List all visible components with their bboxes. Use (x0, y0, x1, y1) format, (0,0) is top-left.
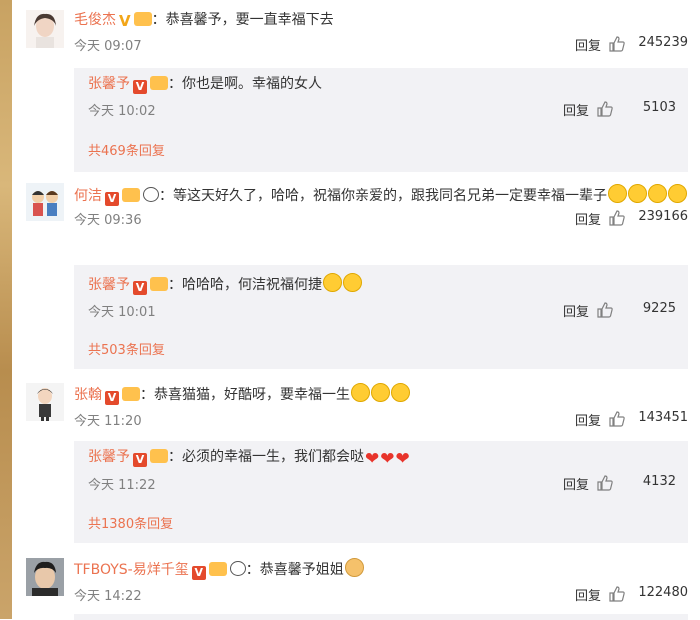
reply-time: 今天 10:02 (88, 104, 156, 119)
reply-username[interactable]: 张馨予 (88, 277, 130, 293)
avatar[interactable] (26, 383, 64, 421)
verified-v-icon: V (191, 566, 206, 580)
comment-text: 恭喜馨予，要一直幸福下去 (165, 12, 334, 28)
colon: ： (245, 562, 260, 578)
verified-v-icon: V (133, 281, 147, 295)
comment-username[interactable]: 张翰 (74, 387, 102, 403)
avatar[interactable] (26, 10, 64, 48)
verified-v-icon: V (105, 192, 119, 206)
comment-text: 恭喜猫猫，好酷呀，要幸福一生 (154, 387, 350, 403)
smile-emoji-icon (371, 383, 390, 402)
thumb-up-icon[interactable] (609, 586, 625, 602)
clap-emoji-icon (344, 558, 364, 577)
verified-v-icon: V (105, 391, 119, 405)
like-count: 9225 (642, 301, 676, 316)
like-count: 122480 (638, 585, 688, 600)
reply-box: 张馨予 V ：你也是啊。幸福的女人 今天 10:02 回复 5103 共469条回复 (74, 68, 688, 172)
comment-time: 今天 09:07 (74, 39, 142, 54)
comment-item: 何洁 V ：等这天好久了，哈哈，祝福你亲爱的，跟我同名兄弟一定要幸福一辈子 今天 0… (26, 183, 700, 369)
reply-text: 必须的幸福一生，我们都会哒 (182, 449, 364, 465)
reply-box (74, 614, 688, 620)
heart-emoji-icon: ❤ (380, 449, 395, 469)
comment-username[interactable]: TFBOYS-易烊千玺 (74, 562, 189, 578)
vip-crown-icon (150, 277, 168, 291)
colon: ： (151, 12, 166, 28)
like-count: 239166 (638, 209, 688, 224)
reply-button[interactable]: 回复 (575, 209, 601, 228)
vip-crown-icon (122, 188, 140, 202)
comment-username[interactable]: 何洁 (74, 188, 102, 204)
thumb-up-icon[interactable] (609, 411, 625, 427)
more-replies-link[interactable]: 共503条回复 (88, 339, 165, 358)
vip-crown-icon (133, 12, 152, 26)
colon: ： (168, 277, 182, 293)
reply-button[interactable]: 回复 (575, 585, 601, 604)
thumb-up-icon[interactable] (597, 475, 613, 491)
reply-box: 张馨予 V ：哈哈哈，何洁祝福何捷 今天 10:01 回复 9225 共503条回复 (74, 265, 688, 369)
vip-crown-icon (208, 562, 227, 576)
smile-emoji-icon (648, 184, 667, 203)
heart-emoji-icon: ❤ (365, 449, 380, 469)
more-replies-link[interactable]: 共1380条回复 (88, 513, 173, 532)
comment-text: 恭喜馨予姐姐 (259, 562, 344, 578)
colon: ： (159, 188, 173, 204)
verified-v-icon: V (133, 453, 147, 467)
thumb-up-icon[interactable] (609, 36, 625, 52)
heart-emoji-icon: ❤ (395, 449, 410, 469)
avatar[interactable] (26, 558, 64, 596)
reply-button[interactable]: 回复 (563, 100, 589, 119)
vip-crown-icon (122, 387, 140, 401)
smile-emoji-icon (668, 184, 687, 203)
reply-text: 哈哈哈，何洁祝福何捷 (182, 277, 322, 293)
vip-crown-icon (150, 449, 168, 463)
smile-emoji-icon (343, 273, 362, 292)
colon: ： (140, 387, 154, 403)
reply-button[interactable]: 回复 (575, 35, 601, 54)
like-count: 4132 (642, 474, 676, 489)
thumb-up-icon[interactable] (597, 302, 613, 318)
reply-time: 今天 10:01 (88, 305, 156, 320)
reply-box: 张馨予 V ：必须的幸福一生，我们都会哒❤❤❤ 今天 11:22 回复 4132 共… (74, 441, 688, 543)
background-strip (0, 0, 12, 619)
comment-username[interactable]: 毛俊杰 (74, 12, 116, 28)
comment-time: 今天 14:22 (74, 589, 142, 604)
smile-emoji-icon (391, 383, 410, 402)
reply-username[interactable]: 张馨予 (88, 449, 130, 465)
colon: ： (168, 449, 182, 465)
like-count: 5103 (642, 100, 676, 115)
comment-item: 毛俊杰 V ：恭喜馨予，要一直幸福下去 今天 09:07 回复 245239 张馨予… (26, 10, 700, 172)
like-count: 143451 (638, 410, 688, 425)
vip-crown-icon (150, 76, 168, 90)
panda-icon (143, 187, 159, 202)
smile-emoji-icon (351, 383, 370, 402)
reply-button[interactable]: 回复 (563, 474, 589, 493)
panda-icon (229, 561, 246, 576)
thumb-up-icon[interactable] (609, 210, 625, 226)
comment-item: TFBOYS-易烊千玺 V ：恭喜馨予姐姐 今天 14:22 回复 122480 (26, 558, 700, 620)
comment-time: 今天 09:36 (74, 213, 142, 228)
like-count: 245239 (638, 35, 688, 50)
comment-time: 今天 11:20 (74, 414, 142, 429)
smile-emoji-icon (323, 273, 342, 292)
colon: ： (168, 76, 182, 92)
thumb-up-icon[interactable] (597, 101, 613, 117)
reply-text: 你也是啊。幸福的女人 (182, 76, 322, 92)
verified-v-icon: V (119, 12, 131, 30)
reply-time: 今天 11:22 (88, 478, 156, 493)
smile-emoji-icon (628, 184, 647, 203)
reply-button[interactable]: 回复 (575, 410, 601, 429)
comment-item: 张翰 V ：恭喜猫猫，好酷呀，要幸福一生 今天 11:20 回复 143451 张馨… (26, 383, 700, 543)
smile-emoji-icon (608, 184, 627, 203)
avatar[interactable] (26, 183, 64, 221)
verified-v-icon: V (133, 80, 147, 94)
more-replies-link[interactable]: 共469条回复 (88, 140, 165, 159)
reply-username[interactable]: 张馨予 (88, 76, 130, 92)
reply-button[interactable]: 回复 (563, 301, 589, 320)
comment-text: 等这天好久了，哈哈，祝福你亲爱的，跟我同名兄弟一定要幸福一辈子 (173, 188, 607, 204)
